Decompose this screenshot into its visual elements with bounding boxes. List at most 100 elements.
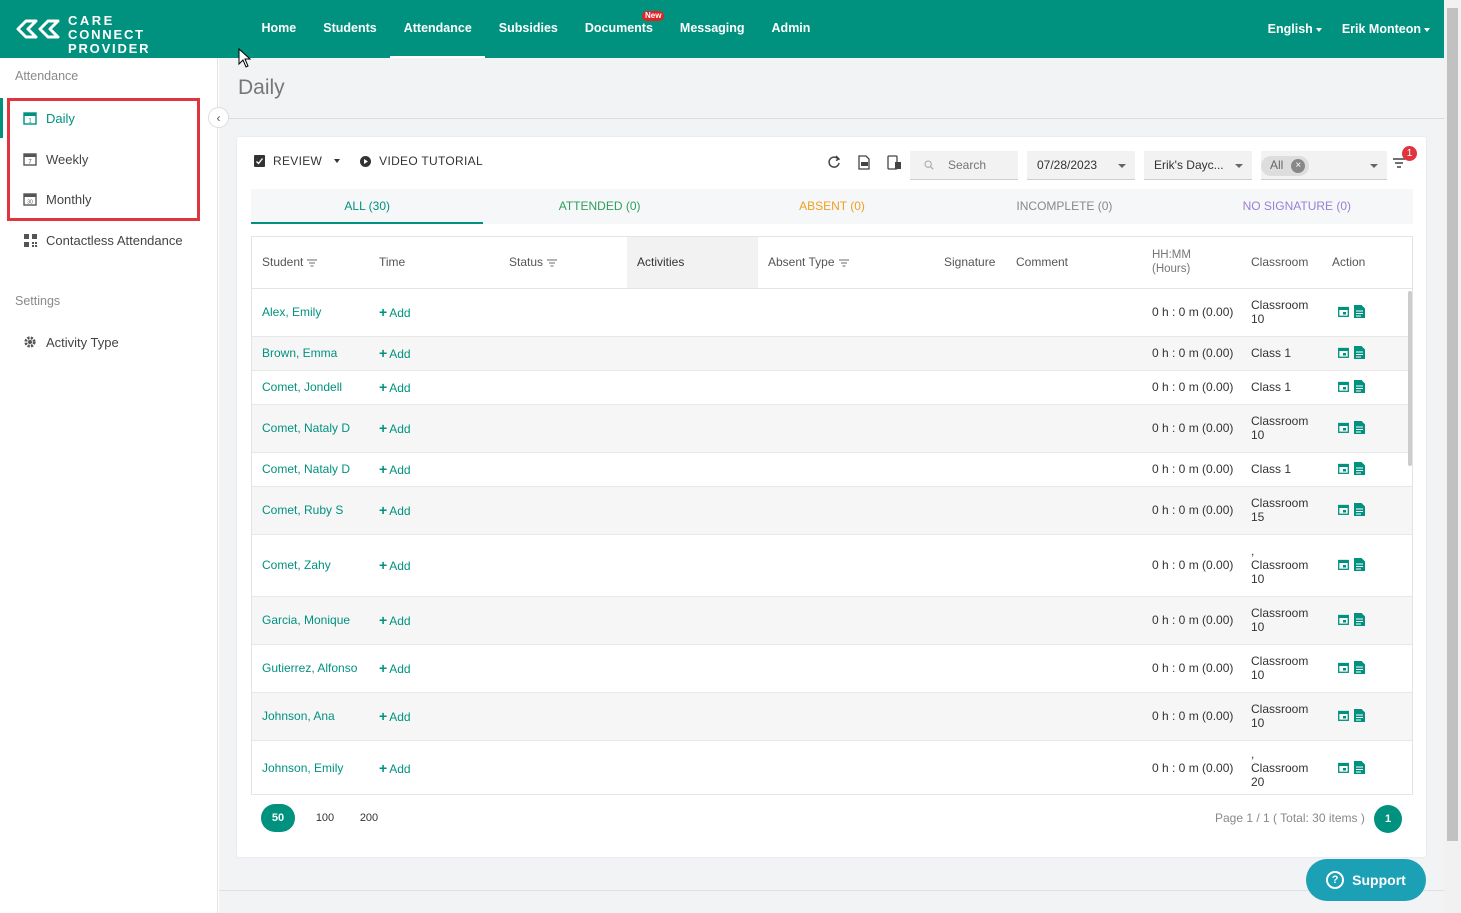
calendar-edit-icon[interactable]	[1338, 504, 1349, 515]
add-time-button[interactable]: + Add	[379, 380, 411, 395]
calendar-edit-icon[interactable]	[1338, 381, 1349, 392]
add-time-button[interactable]: + Add	[379, 503, 411, 518]
add-time-button[interactable]: + Add	[379, 346, 411, 361]
play-circle-icon	[360, 155, 372, 167]
calendar-edit-icon[interactable]	[1338, 662, 1349, 673]
document-icon[interactable]	[1354, 502, 1365, 516]
status-cell	[499, 486, 627, 535]
add-time-button[interactable]: + Add	[379, 305, 411, 320]
student-name-link[interactable]: Johnson, Ana	[262, 709, 335, 723]
activities-cell	[627, 596, 758, 645]
student-name-link[interactable]: Johnson, Emily	[262, 761, 343, 775]
student-name-link[interactable]: Comet, Ruby S	[262, 503, 343, 517]
filter-lines-icon[interactable]	[547, 256, 558, 270]
page-scroll-thumb[interactable]	[1447, 8, 1458, 841]
attendance-table: Student Time Status Activities Absent Ty…	[251, 236, 1413, 795]
activities-cell	[627, 740, 758, 794]
calendar-edit-icon[interactable]	[1338, 710, 1349, 721]
col-absent-type[interactable]: Absent Type	[758, 237, 934, 289]
row-actions	[1338, 461, 1365, 475]
nav-messaging[interactable]: Messaging	[666, 0, 758, 58]
filter-lines-icon[interactable]	[307, 256, 318, 270]
document-icon[interactable]	[1354, 420, 1365, 434]
brand-logo[interactable]: CARE CONNECT PROVIDER	[14, 14, 229, 56]
add-time-button[interactable]: + Add	[379, 558, 411, 573]
document-icon[interactable]	[1354, 557, 1365, 571]
col-student[interactable]: Student	[252, 237, 369, 289]
calendar-edit-icon[interactable]	[1338, 306, 1349, 317]
page-button-1[interactable]: 1	[1374, 805, 1402, 833]
center-select[interactable]: Erik's Dayc...	[1144, 151, 1252, 180]
calendar-edit-icon[interactable]	[1338, 422, 1349, 433]
signature-cell	[934, 692, 1006, 741]
add-time-button[interactable]: + Add	[379, 462, 411, 477]
support-button[interactable]: ? Support	[1306, 859, 1426, 901]
review-button[interactable]: REVIEW	[254, 154, 341, 168]
table-scrollbar[interactable]	[1407, 289, 1412, 794]
document-icon[interactable]	[1354, 612, 1365, 626]
user-dropdown[interactable]: Erik Monteon	[1342, 22, 1430, 36]
close-icon[interactable]: ×	[1291, 158, 1306, 173]
col-activities[interactable]: Activities	[627, 237, 758, 289]
date-select[interactable]: 07/28/2023	[1027, 151, 1135, 180]
tab-attended[interactable]: ATTENDED (0)	[483, 189, 715, 224]
student-name-link[interactable]: Comet, Zahy	[262, 558, 331, 572]
add-time-button[interactable]: + Add	[379, 709, 411, 724]
sidebar-item-activity-type[interactable]: Activity Type	[22, 331, 119, 353]
table-scroll-thumb[interactable]	[1408, 291, 1412, 466]
student-name-link[interactable]: Brown, Emma	[262, 346, 337, 360]
search-input[interactable]	[910, 151, 1018, 180]
page-size-200[interactable]: 200	[355, 812, 383, 824]
refresh-icon[interactable]	[826, 154, 842, 170]
add-time-button[interactable]: + Add	[379, 761, 411, 776]
document-icon[interactable]	[1354, 760, 1365, 774]
add-time-button[interactable]: + Add	[379, 613, 411, 628]
export-document-icon[interactable]	[856, 154, 872, 170]
student-name-link[interactable]: Comet, Nataly D	[262, 421, 350, 435]
language-dropdown[interactable]: English	[1268, 22, 1322, 36]
page-size-100[interactable]: 100	[311, 812, 339, 824]
calendar-edit-icon[interactable]	[1338, 762, 1349, 773]
nav-home[interactable]: Home	[248, 0, 310, 58]
add-time-button[interactable]: + Add	[379, 421, 411, 436]
nav-subsidies[interactable]: Subsidies	[485, 0, 571, 58]
tab-all[interactable]: ALL (30)	[251, 189, 484, 224]
student-name-link[interactable]: Alex, Emily	[262, 305, 321, 319]
tab-incomplete[interactable]: INCOMPLETE (0)	[948, 189, 1180, 224]
student-name-link[interactable]: Gutierrez, Alfonso	[262, 661, 357, 675]
document-icon[interactable]	[1354, 304, 1365, 318]
calendar-edit-icon[interactable]	[1338, 559, 1349, 570]
document-icon[interactable]	[1354, 461, 1365, 475]
student-name-link[interactable]: Comet, Nataly D	[262, 462, 350, 476]
nav-admin[interactable]: Admin	[758, 0, 824, 58]
page-size-50[interactable]: 50	[261, 804, 295, 832]
student-name-link[interactable]: Comet, Jondell	[262, 380, 342, 394]
sidebar-item-contactless[interactable]: Contactless Attendance	[22, 229, 183, 251]
document-icon[interactable]	[1354, 379, 1365, 393]
nav-attendance[interactable]: Attendance	[390, 0, 486, 58]
nav-documents[interactable]: Documents New	[571, 0, 666, 58]
calendar-edit-icon[interactable]	[1338, 614, 1349, 625]
classroom-select[interactable]: All ×	[1261, 151, 1387, 180]
tab-absent[interactable]: ABSENT (0)	[716, 189, 948, 224]
document-icon[interactable]	[1354, 708, 1365, 722]
page-scrollbar[interactable]	[1444, 0, 1461, 913]
document-icon[interactable]	[1354, 660, 1365, 674]
nav-students[interactable]: Students	[310, 0, 390, 58]
search-field[interactable]	[948, 158, 1018, 172]
col-status[interactable]: Status	[499, 237, 627, 289]
classroom-line: 20	[1251, 775, 1265, 789]
student-name-link[interactable]: Garcia, Monique	[262, 613, 350, 627]
video-tutorial-button[interactable]: VIDEO TUTORIAL	[360, 154, 483, 168]
calendar-edit-icon[interactable]	[1338, 347, 1349, 358]
status-cell	[499, 692, 627, 741]
add-time-button[interactable]: + Add	[379, 661, 411, 676]
calendar-edit-icon[interactable]	[1338, 463, 1349, 474]
print-device-icon[interactable]	[886, 154, 902, 170]
tab-no-signature[interactable]: NO SIGNATURE (0)	[1181, 189, 1413, 224]
document-icon[interactable]	[1354, 345, 1365, 359]
filter-lines-icon[interactable]	[838, 256, 849, 270]
filter-icon[interactable]	[1393, 157, 1405, 171]
col-absent-type-label: Absent Type	[768, 254, 835, 269]
sidebar-collapse-button[interactable]: ‹	[208, 107, 229, 128]
